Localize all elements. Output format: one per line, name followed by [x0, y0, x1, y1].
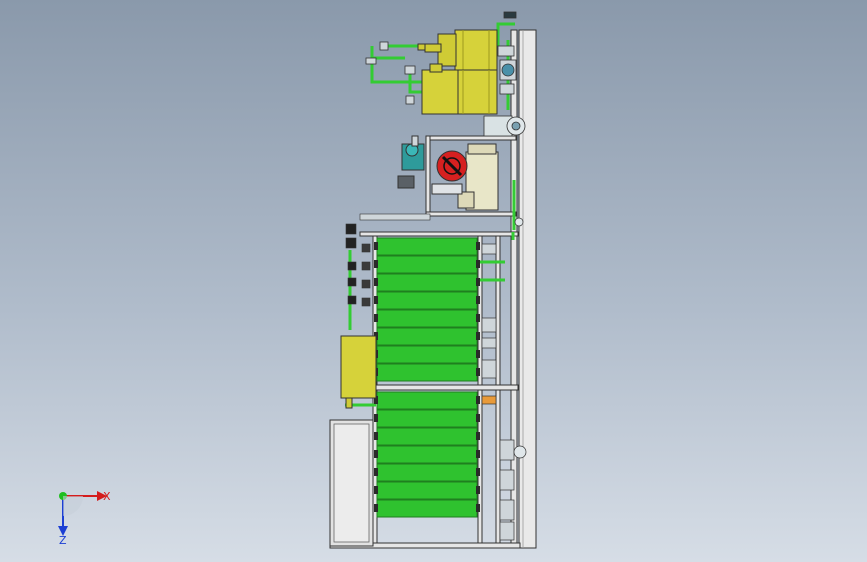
z-axis-label: Z — [59, 534, 67, 547]
junction-box — [340, 335, 377, 409]
control-cabinet — [329, 419, 374, 547]
triad-plane — [63, 496, 83, 516]
ro-skid-model[interactable] — [0, 0, 867, 562]
membrane-rack-lower — [376, 391, 478, 518]
cad-viewport[interactable]: X Z — [0, 0, 867, 562]
membrane-rack-upper — [376, 237, 478, 382]
upper-tanks — [417, 29, 498, 115]
main-column — [518, 29, 537, 549]
coordinate-triad-icon: X Z — [58, 490, 111, 547]
high-pressure-pump — [397, 135, 468, 189]
x-axis-label: X — [103, 490, 111, 503]
